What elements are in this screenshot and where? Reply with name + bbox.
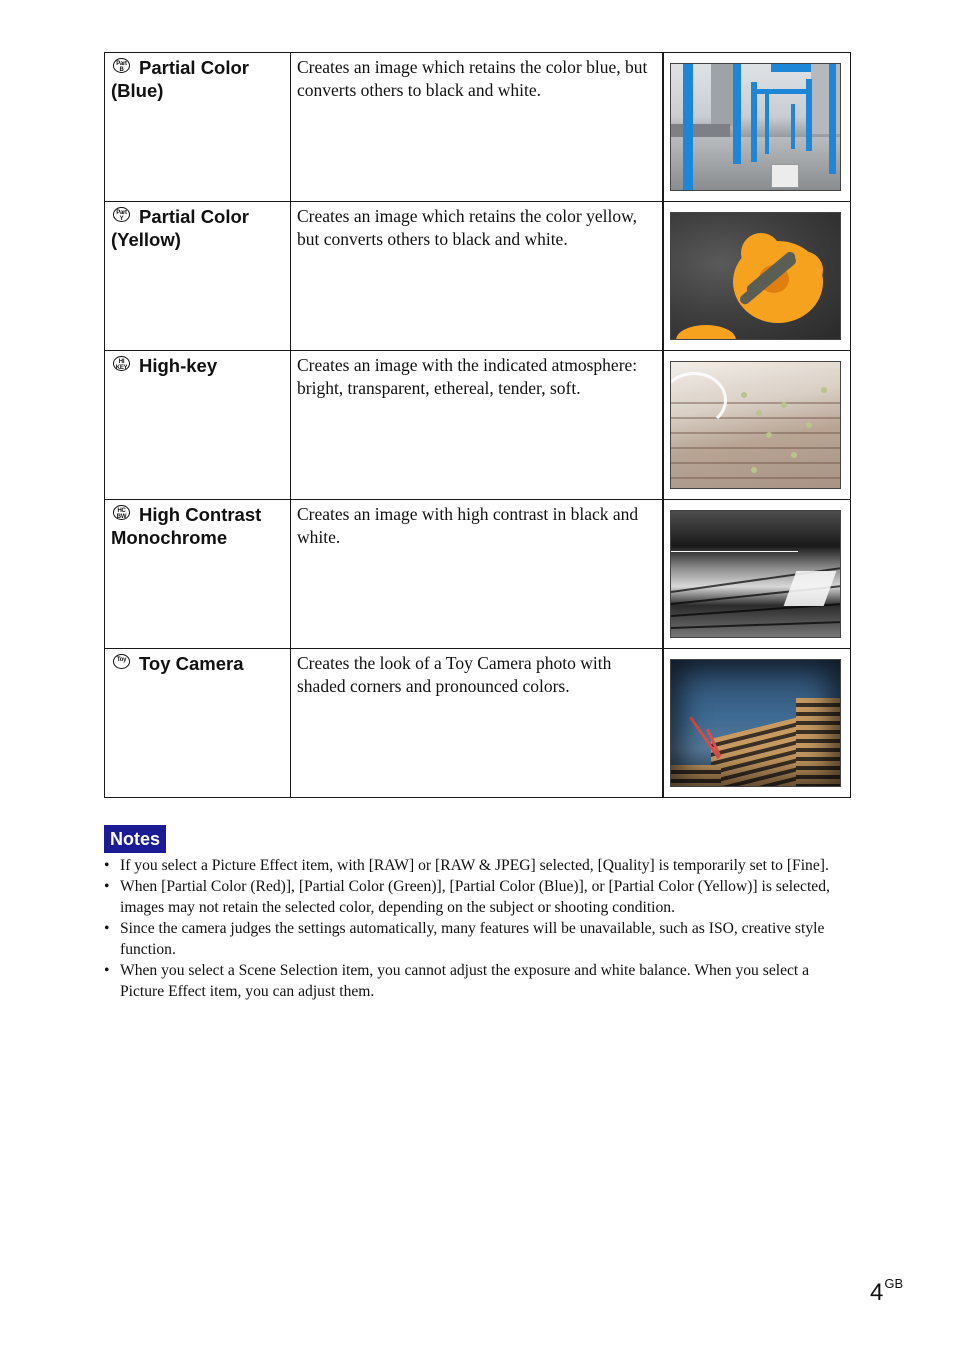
note-item: • When [Partial Color (Red)], [Partial Co…: [104, 876, 849, 918]
effect-image-cell: [662, 648, 851, 798]
partial-color-blue-icon: Part B: [113, 58, 130, 73]
effect-description: Creates the look of a Toy Camera photo w…: [297, 653, 612, 696]
effect-description: Creates an image with the indicated atmo…: [297, 355, 638, 398]
high-contrast-monochrome-photo: [670, 510, 841, 638]
notes-list: • If you select a Picture Effect item, wi…: [104, 855, 849, 1002]
effect-name: Toy Camera: [139, 653, 244, 674]
high-key-icon: HI KEY: [113, 356, 130, 371]
partial-color-blue-photo: [670, 63, 841, 191]
notes-heading: Notes: [104, 825, 167, 853]
effect-name-cell: HC BW High Contrast Monochrome: [104, 499, 291, 649]
effect-name-cell: Toy Toy Camera: [104, 648, 291, 798]
table-row: HC BW High Contrast Monochrome Creates an…: [104, 499, 851, 649]
effect-name-cell: Part Y Partial Color (Yellow): [104, 201, 291, 351]
high-key-photo: [670, 361, 841, 489]
effect-description: Creates an image which retains the color…: [297, 206, 637, 249]
partial-color-yellow-photo: [670, 212, 841, 340]
effect-name: Partial Color (Yellow): [111, 206, 249, 250]
note-text: Since the camera judges the settings aut…: [120, 920, 825, 958]
table-row: Part B Partial Color (Blue) Creates an im…: [104, 52, 851, 202]
toy-camera-icon: Toy: [113, 654, 130, 669]
note-item: • When you select a Scene Selection item,…: [104, 960, 849, 1002]
effect-image-cell: [662, 52, 851, 202]
effect-name-cell: Part B Partial Color (Blue): [104, 52, 291, 202]
effect-description-cell: Creates an image which retains the color…: [290, 201, 664, 351]
effect-description: Creates an image which retains the color…: [297, 57, 648, 100]
effect-name: High Contrast Monochrome: [111, 504, 262, 548]
bullet: •: [104, 857, 110, 874]
page-number-suffix: GB: [884, 1276, 904, 1291]
note-text: When [Partial Color (Red)], [Partial Col…: [120, 878, 830, 916]
note-item: • If you select a Picture Effect item, wi…: [104, 855, 849, 876]
table-row: HI KEY High-key Creates an image with the…: [104, 350, 851, 500]
effect-description: Creates an image with high contrast in b…: [297, 504, 639, 547]
effect-image-cell: [662, 499, 851, 649]
effect-description-cell: Creates an image with high contrast in b…: [290, 499, 664, 649]
partial-color-yellow-icon: Part Y: [113, 207, 130, 222]
effect-image-cell: [662, 350, 851, 500]
bullet: •: [104, 878, 110, 895]
effect-name: Partial Color (Blue): [111, 57, 249, 101]
table-row: Part Y Partial Color (Yellow) Creates an …: [104, 201, 851, 351]
note-text: If you select a Picture Effect item, wit…: [120, 857, 829, 874]
page-number-value: 4: [870, 1279, 884, 1306]
bullet: •: [104, 962, 110, 979]
toy-camera-photo: [670, 659, 841, 787]
effect-description-cell: Creates an image with the indicated atmo…: [290, 350, 664, 500]
picture-effects-table: Part B Partial Color (Blue) Creates an im…: [104, 52, 851, 798]
effect-description-cell: Creates an image which retains the color…: [290, 52, 664, 202]
high-contrast-monochrome-icon: HC BW: [113, 505, 130, 520]
note-item: • Since the camera judges the settings au…: [104, 918, 849, 960]
effect-name: High-key: [139, 355, 218, 376]
page-number: 4GB: [870, 1276, 904, 1307]
effect-name-cell: HI KEY High-key: [104, 350, 291, 500]
effect-image-cell: [662, 201, 851, 351]
note-text: When you select a Scene Selection item, …: [120, 962, 810, 1000]
bullet: •: [104, 920, 110, 937]
effect-description-cell: Creates the look of a Toy Camera photo w…: [290, 648, 664, 798]
table-row: Toy Toy Camera Creates the look of a Toy …: [104, 648, 851, 798]
